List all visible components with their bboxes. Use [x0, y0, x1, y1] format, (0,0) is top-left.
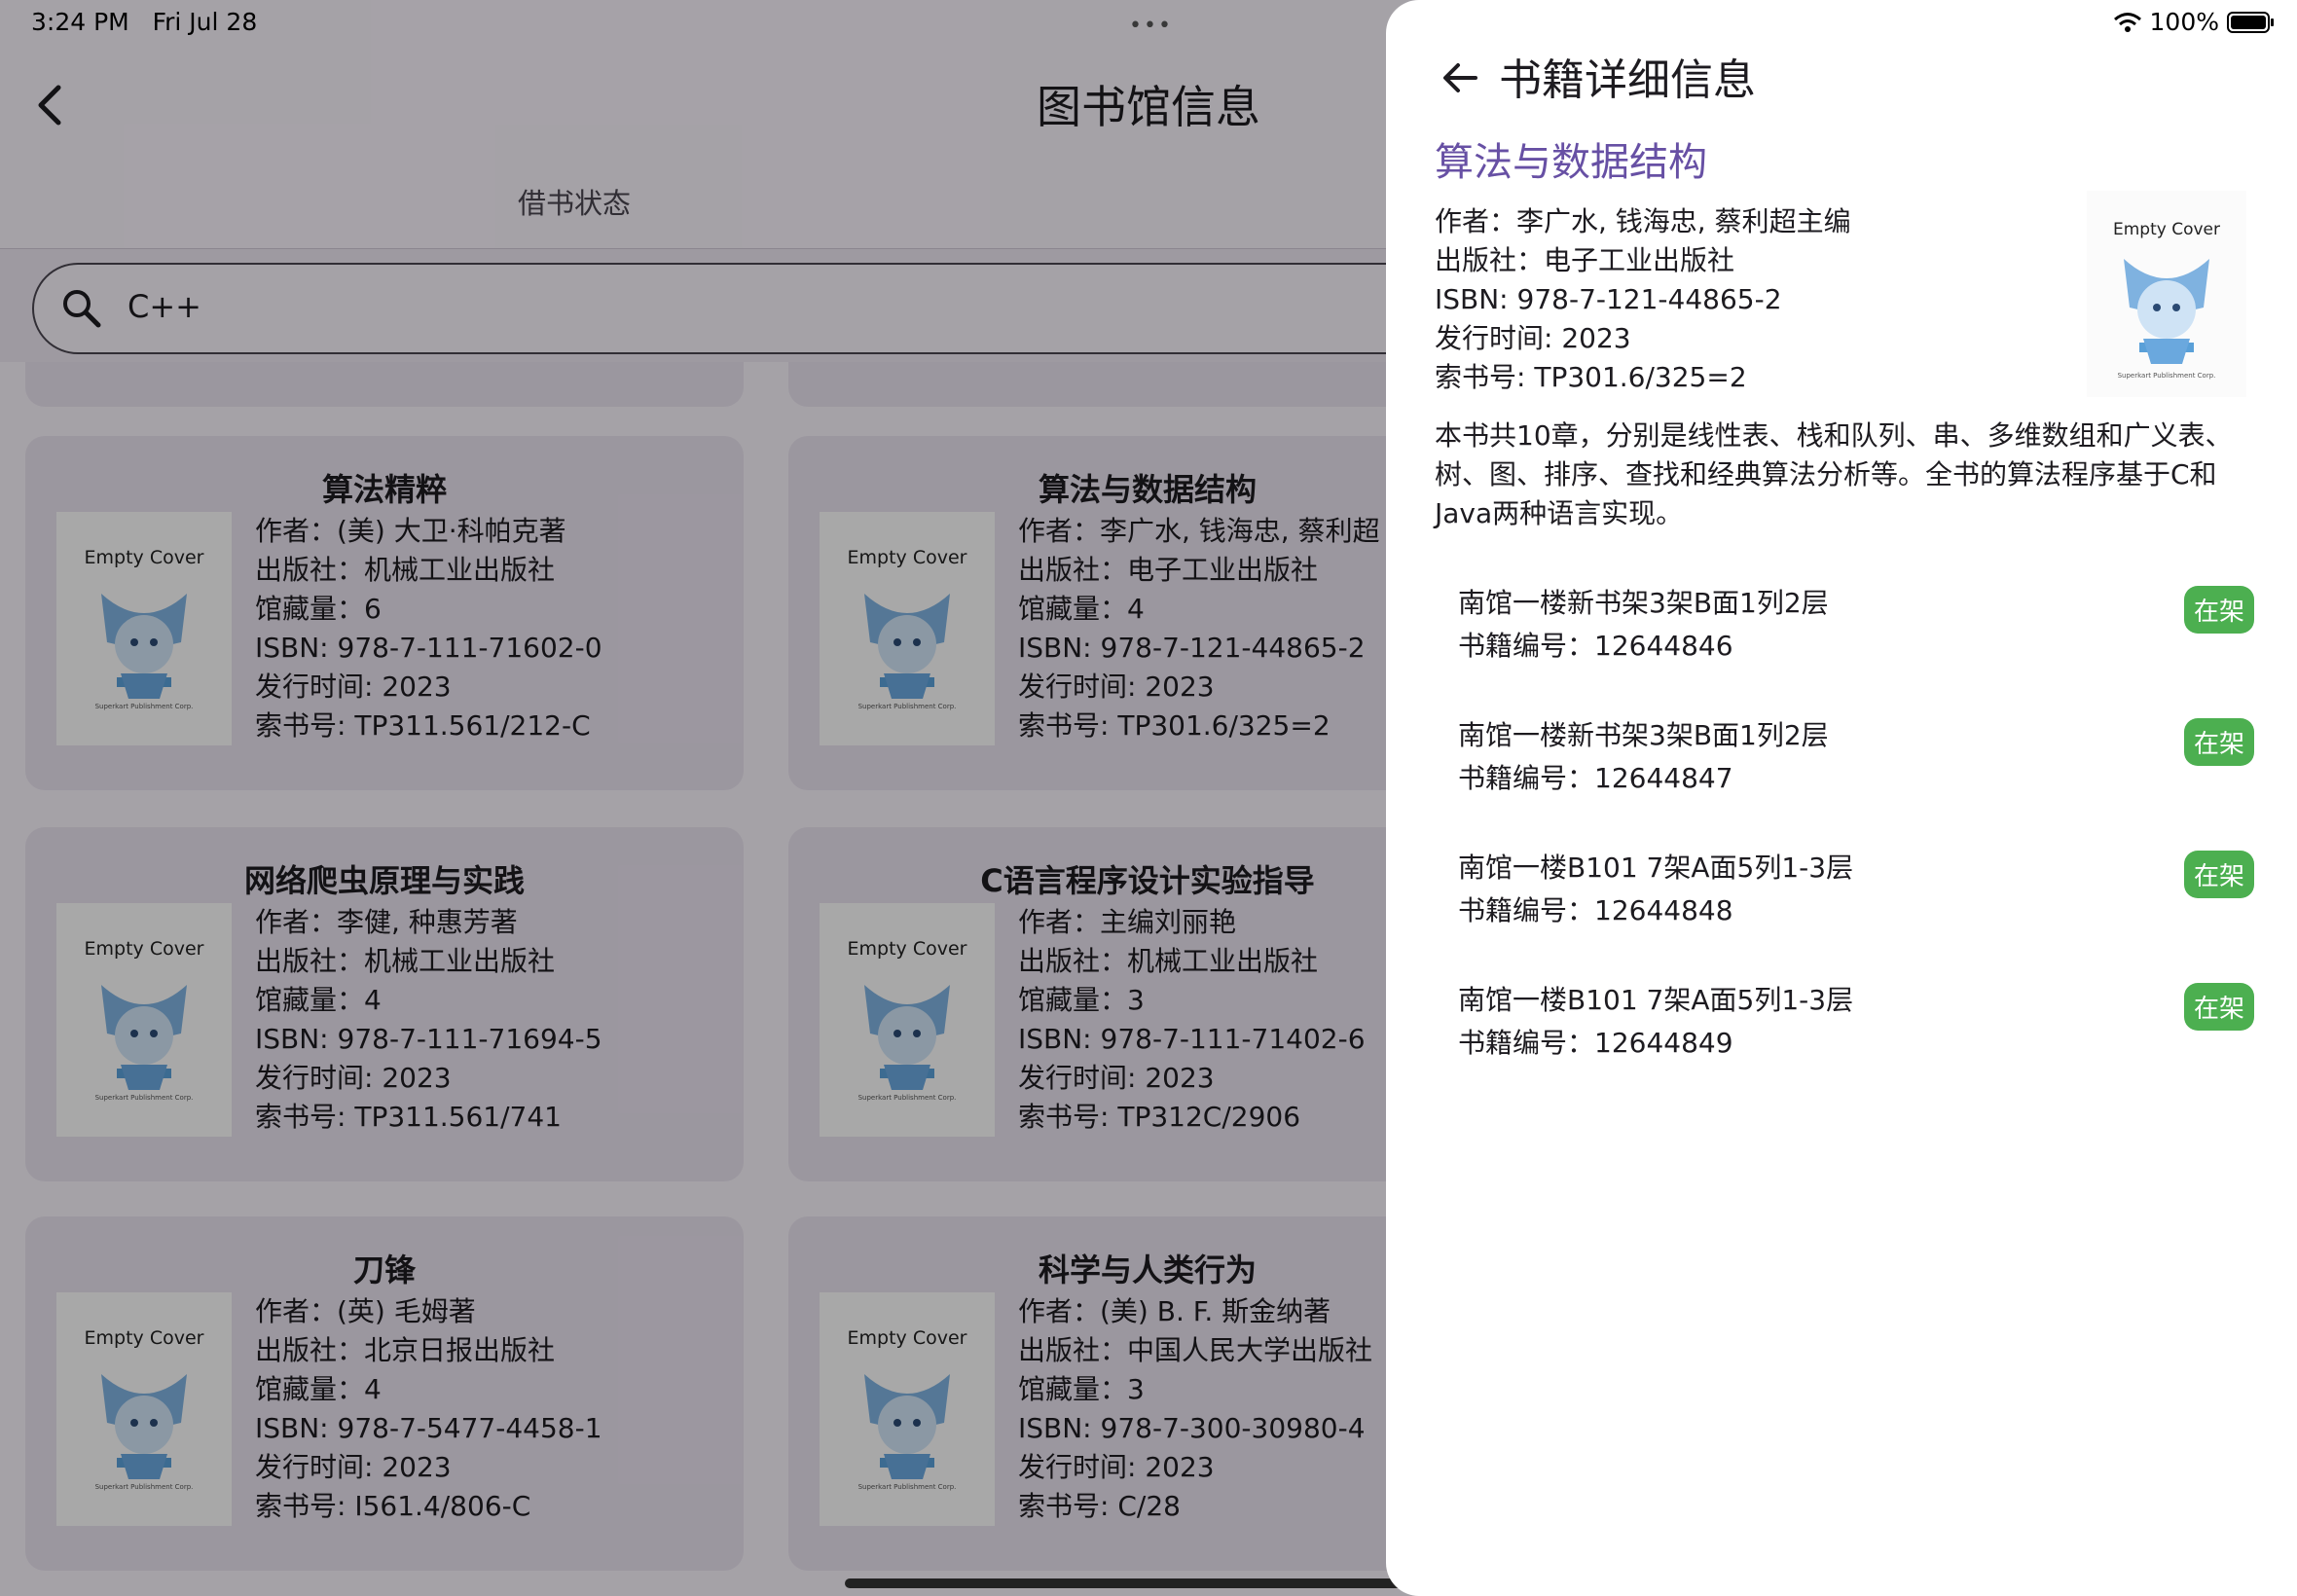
book-title: 算法与数据结构	[1435, 140, 1707, 185]
book-isbn: ISBN: 978-7-121-44865-2	[1435, 283, 1782, 315]
copy-id: 书籍编号：12644848	[1458, 894, 1733, 926]
home-indicator[interactable]	[845, 1578, 1458, 1588]
battery-icon	[2227, 11, 2274, 33]
copy-id: 书籍编号：12644846	[1458, 630, 1733, 662]
copy-id: 书籍编号：12644847	[1458, 762, 1733, 794]
battery-percent: 100%	[2149, 8, 2219, 36]
copy-location: 南馆一楼B101 7架A面5列1-3层	[1458, 984, 1854, 1016]
copy-location: 南馆一楼B101 7架A面5列1-3层	[1458, 852, 1854, 884]
book-date: 发行时间: 2023	[1435, 322, 1631, 354]
cover-character-icon	[2124, 259, 2209, 364]
copy-location: 南馆一楼新书架3架B面1列2层	[1458, 719, 1829, 751]
book-publisher: 出版社：电子工业出版社	[1435, 244, 1735, 276]
copy-item[interactable]: 南馆一楼新书架3架B面1列2层 书籍编号：12644846 在架	[1435, 582, 2262, 699]
book-detail-sheet: 100% 书籍详细信息 算法与数据结构 作者：李广水, 钱海忠, 蔡利超主编 出…	[1386, 0, 2297, 1596]
book-meta: 作者：李广水, 钱海忠, 蔡利超主编 出版社：电子工业出版社 ISBN: 978…	[1435, 202, 2077, 397]
sheet-back-button[interactable]	[1431, 49, 1489, 107]
wifi-icon	[2113, 12, 2141, 32]
status-badge: 在架	[2183, 983, 2254, 1031]
copy-location: 南馆一楼新书架3架B面1列2层	[1458, 587, 1829, 619]
copy-item[interactable]: 南馆一楼新书架3架B面1列2层 书籍编号：12644847 在架	[1435, 714, 2262, 831]
book-description: 本书共10章，分别是线性表、栈和队列、串、多维数组和广义表、树、图、排序、查找和…	[1435, 419, 2233, 529]
status-badge: 在架	[2183, 718, 2254, 766]
arrow-left-icon	[1443, 63, 1477, 92]
copy-item[interactable]: 南馆一楼B101 7架A面5列1-3层 书籍编号：12644849 在架	[1435, 979, 2262, 1096]
detail-book-cover: Empty Cover Superkart Publishment Corp.	[2087, 191, 2246, 397]
status-indicators: 100%	[2113, 8, 2276, 36]
copy-item[interactable]: 南馆一楼B101 7架A面5列1-3层 书籍编号：12644848 在架	[1435, 847, 2262, 963]
status-badge: 在架	[2183, 851, 2254, 898]
book-call-number: 索书号: TP301.6/325=2	[1435, 361, 1747, 393]
sheet-title: 书籍详细信息	[1499, 55, 1756, 105]
copy-id: 书籍编号：12644849	[1458, 1027, 1733, 1059]
book-author: 作者：李广水, 钱海忠, 蔡利超主编	[1435, 205, 1851, 237]
status-badge: 在架	[2183, 586, 2254, 634]
